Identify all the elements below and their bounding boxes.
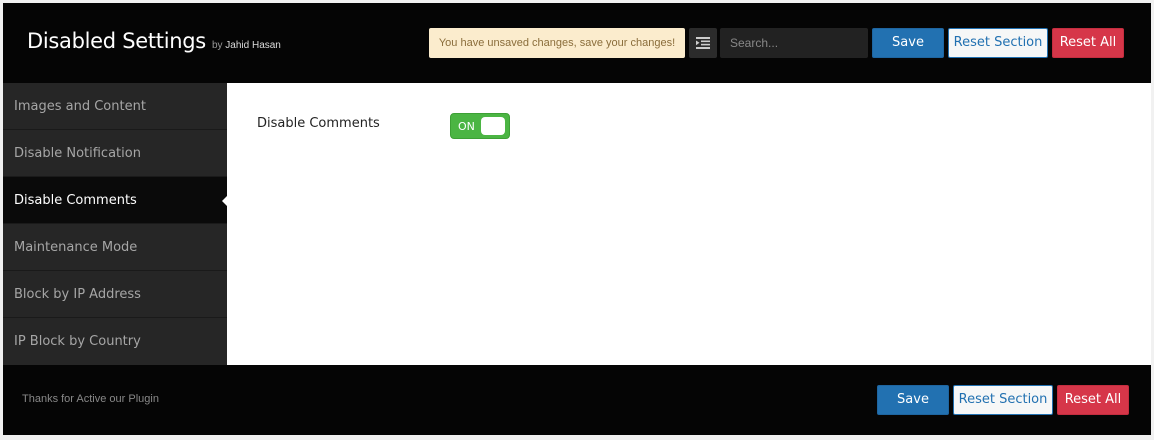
footer-thanks-text: Thanks for Active our Plugin <box>22 393 159 405</box>
reset-all-button[interactable]: Reset All <box>1052 28 1124 58</box>
expand-options-icon <box>696 37 710 49</box>
byline: by Jahid Hasan <box>212 40 281 51</box>
settings-content: Disable Comments ON <box>227 83 1151 365</box>
disable-comments-label: Disable Comments <box>257 116 380 131</box>
footer-reset-all-button[interactable]: Reset All <box>1057 385 1129 415</box>
sidebar-item-disable-notification[interactable]: Disable Notification <box>3 130 227 177</box>
sidebar-item-ip-block-by-country[interactable]: IP Block by Country <box>3 318 227 365</box>
search-input[interactable] <box>720 28 868 58</box>
sidebar-item-maintenance-mode[interactable]: Maintenance Mode <box>3 224 227 271</box>
sidebar-item-label: Disable Comments <box>14 193 137 208</box>
toggle-knob <box>481 117 505 135</box>
sidebar-item-block-by-ip[interactable]: Block by IP Address <box>3 271 227 318</box>
footer-bar: Thanks for Active our Plugin Save Reset … <box>3 365 1151 435</box>
toggle-state-text: ON <box>458 120 475 133</box>
by-text: by <box>211 40 223 51</box>
sidebar-item-images-and-content[interactable]: Images and Content <box>3 83 227 130</box>
footer-save-button[interactable]: Save <box>877 385 949 415</box>
title-group: Disabled Settings by Jahid Hasan <box>27 29 281 53</box>
disable-comments-toggle[interactable]: ON <box>450 113 510 139</box>
sidebar-nav: Images and Content Disable Notification … <box>3 83 228 365</box>
page-title: Disabled Settings <box>27 29 206 53</box>
expand-options-button[interactable] <box>689 28 717 58</box>
header-bar: Disabled Settings by Jahid Hasan You hav… <box>3 3 1151 83</box>
unsaved-changes-notice: You have unsaved changes, save your chan… <box>429 28 685 58</box>
author-name: Jahid Hasan <box>225 40 281 51</box>
footer-reset-section-button[interactable]: Reset Section <box>953 385 1053 415</box>
reset-section-button[interactable]: Reset Section <box>948 28 1048 58</box>
save-button[interactable]: Save <box>872 28 944 58</box>
settings-panel: Disabled Settings by Jahid Hasan You hav… <box>3 3 1151 435</box>
sidebar-item-disable-comments[interactable]: Disable Comments <box>3 177 228 224</box>
